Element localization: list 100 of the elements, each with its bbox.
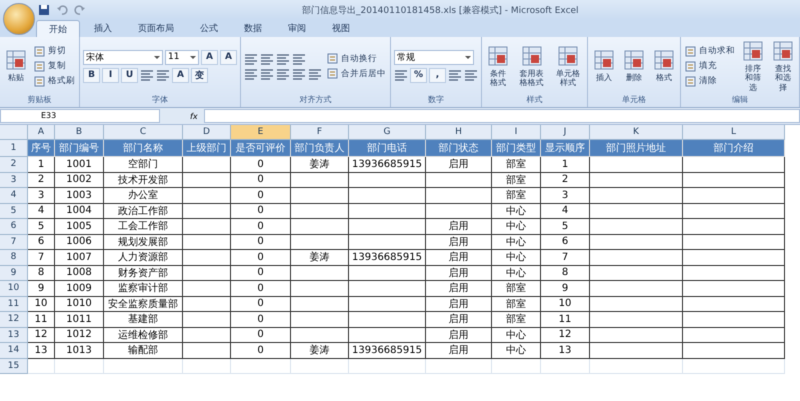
formula-input[interactable] [204, 109, 800, 123]
row-header[interactable]: 14 [0, 343, 28, 358]
ribbon-button[interactable]: 条件格式 [485, 44, 511, 88]
column-header[interactable]: J [541, 125, 590, 140]
format-button[interactable]: A [220, 50, 237, 64]
dropdown-field[interactable]: 宋体 [83, 50, 163, 64]
lines-icon[interactable] [156, 69, 170, 81]
table-cell: 部室 [492, 157, 541, 172]
table-cell: 中心 [492, 250, 541, 266]
table-cell: 1001 [55, 157, 104, 172]
ribbon-button[interactable]: 填充 [684, 60, 718, 72]
lines-icon[interactable] [260, 68, 274, 80]
dropdown-field[interactable]: 11 [165, 50, 199, 64]
lines-icon[interactable] [244, 68, 258, 80]
lines-icon[interactable] [308, 68, 322, 80]
table-cell: 6 [541, 234, 590, 250]
lines-icon[interactable] [292, 68, 306, 80]
row-header[interactable]: 2 [0, 157, 28, 172]
ribbon-tab[interactable]: 数据 [232, 20, 274, 37]
format-button[interactable]: A [172, 68, 189, 82]
row-header[interactable]: 1 [0, 140, 28, 157]
caret-icon[interactable] [465, 56, 471, 58]
ribbon-button[interactable]: 粘贴 [3, 49, 29, 83]
empty-cell [291, 219, 349, 234]
column-header[interactable]: A [28, 125, 55, 140]
row-header[interactable]: 3 [0, 172, 28, 188]
row-header[interactable]: 6 [0, 219, 28, 234]
table-cell: 启用 [426, 328, 492, 343]
row-header[interactable]: 7 [0, 234, 28, 250]
column-header[interactable]: H [426, 125, 492, 140]
ribbon-button[interactable]: 清除 [684, 75, 718, 87]
format-button[interactable]: I [102, 68, 119, 82]
column-header[interactable]: K [590, 125, 683, 140]
format-button[interactable]: 变 [191, 68, 208, 82]
lines-icon[interactable] [244, 52, 258, 64]
ribbon-button[interactable]: 合并后居中 [326, 68, 387, 80]
format-button[interactable]: B [83, 68, 100, 82]
lines-icon[interactable] [394, 69, 408, 81]
field-value: 11 [168, 52, 180, 62]
lines-icon[interactable] [276, 68, 290, 80]
ribbon-button[interactable]: 自动求和 [684, 45, 736, 57]
format-button[interactable]: % [410, 68, 427, 82]
format-button[interactable]: , [429, 68, 446, 82]
lines-icon[interactable] [140, 69, 154, 81]
ribbon-tab[interactable]: 插入 [82, 20, 124, 37]
table-cell: 13 [28, 343, 55, 358]
table-cell: 4 [541, 204, 590, 219]
table-cell: 1008 [55, 266, 104, 281]
format-button[interactable]: U [121, 68, 138, 82]
save-icon[interactable] [38, 4, 50, 16]
empty-cell [291, 312, 349, 328]
table-cell: 1011 [55, 312, 104, 328]
ribbon-button[interactable]: 剪切 [33, 45, 67, 57]
caret-icon[interactable] [154, 56, 160, 58]
column-header[interactable]: D [183, 125, 231, 140]
column-header[interactable]: G [349, 125, 426, 140]
ribbon-tab[interactable]: 页面布局 [126, 20, 186, 37]
column-header[interactable]: E [231, 125, 291, 140]
row-header[interactable]: 11 [0, 296, 28, 312]
ribbon-button[interactable]: 插入 [591, 49, 617, 83]
table-grid-icon [623, 49, 645, 72]
row-header[interactable]: 9 [0, 266, 28, 281]
ribbon-tab[interactable]: 公式 [188, 20, 230, 37]
lines-icon[interactable] [292, 52, 306, 64]
dropdown-field[interactable]: 常规 [394, 50, 474, 64]
table-cell: 1006 [55, 234, 104, 250]
ribbon-button[interactable]: 复制 [33, 60, 67, 72]
ribbon-button[interactable]: 套用表格格式 [515, 44, 548, 88]
ribbon-button[interactable]: 格式刷 [33, 75, 76, 87]
ribbon-button[interactable]: 排序和筛选 [740, 40, 766, 92]
row-header[interactable]: 5 [0, 204, 28, 219]
ribbon-button[interactable]: 自动换行 [326, 52, 378, 64]
column-header[interactable]: F [291, 125, 349, 140]
row-header[interactable]: 13 [0, 328, 28, 343]
lines-icon[interactable] [260, 52, 274, 64]
row-header[interactable]: 12 [0, 312, 28, 328]
row-header[interactable]: 8 [0, 250, 28, 266]
lines-icon[interactable] [448, 69, 462, 81]
column-header[interactable]: B [55, 125, 104, 140]
function-button[interactable]: fx [190, 112, 198, 120]
lines-icon[interactable] [276, 52, 290, 64]
group-label: 剪贴板 [26, 94, 52, 106]
ribbon-button[interactable]: 删除 [621, 49, 647, 83]
format-button[interactable]: A [201, 50, 218, 64]
name-box[interactable]: E33 [0, 109, 160, 123]
ribbon-button[interactable]: 格式 [651, 49, 677, 83]
table-cell: 启用 [426, 157, 492, 172]
caret-icon[interactable] [190, 56, 196, 58]
column-header[interactable]: L [683, 125, 785, 140]
column-header[interactable]: I [492, 125, 541, 140]
row-header[interactable]: 4 [0, 188, 28, 204]
row-header[interactable]: 10 [0, 281, 28, 296]
ribbon-tab[interactable]: 审阅 [276, 20, 318, 37]
ribbon-tab[interactable]: 视图 [320, 20, 362, 37]
ribbon-button[interactable]: 查找和选择 [770, 40, 796, 92]
lines-icon[interactable] [464, 69, 478, 81]
column-header[interactable]: C [104, 125, 183, 140]
ribbon-tab[interactable]: 开始 [36, 20, 80, 37]
row-header[interactable]: 15 [0, 358, 28, 374]
ribbon-button[interactable]: 单元格样式 [552, 44, 584, 88]
